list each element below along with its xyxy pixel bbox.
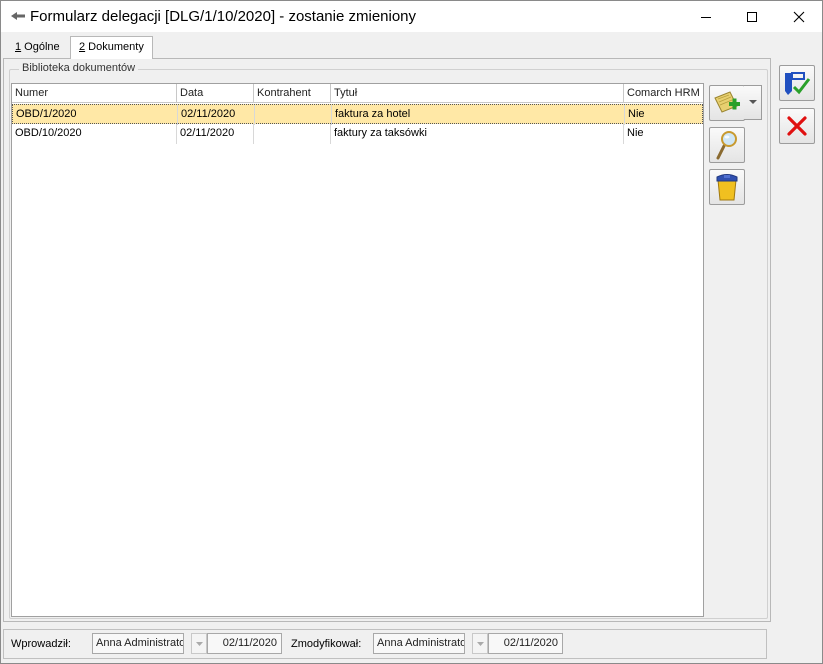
tab-ogolne[interactable]: 1 Ogólne — [7, 37, 68, 58]
minimize-button[interactable] — [683, 1, 729, 32]
cell-data: 02/11/2020 — [180, 127, 235, 139]
column-header-comarch-hrm[interactable]: Comarch HRM — [624, 84, 703, 103]
cancel-x-icon — [787, 116, 807, 136]
column-divider — [330, 124, 331, 144]
tab-dokumenty-label: Dokumenty — [85, 41, 144, 53]
cell-numer: OBD/1/2020 — [16, 108, 77, 120]
minimize-icon — [701, 16, 711, 18]
add-document-icon — [714, 91, 740, 113]
grid-header: Numer Data Kontrahent Tytuł Comarch HRM — [12, 84, 703, 103]
add-document-button[interactable] — [709, 85, 745, 121]
cell-comarch-hrm: Nie — [627, 127, 644, 139]
window-title: Formularz delegacji [DLG/1/10/2020] - zo… — [30, 8, 417, 25]
preview-button[interactable] — [709, 127, 745, 163]
entered-date-field: 02/11/2020 — [207, 633, 282, 654]
cell-kontrahent — [255, 105, 332, 125]
trash-bin-icon — [716, 174, 738, 201]
title-bar: Formularz delegacji [DLG/1/10/2020] - zo… — [1, 1, 822, 32]
column-divider — [331, 105, 332, 125]
modified-by-label: Zmodyfikował: — [291, 638, 362, 650]
column-header-data[interactable]: Data — [177, 84, 254, 103]
group-label: Biblioteka dokumentów — [19, 62, 139, 74]
tab-dokumenty[interactable]: 2 Dokumenty — [70, 36, 153, 59]
table-row[interactable]: OBD/10/2020 02/11/2020 faktury za taksów… — [12, 124, 703, 144]
cell-kontrahent — [254, 124, 331, 144]
entered-by-label: Wprowadził: — [11, 638, 71, 650]
entered-by-dropdown — [191, 633, 207, 654]
entered-by-field: Anna Administrator — [92, 633, 184, 654]
cell-comarch-hrm: Nie — [628, 108, 645, 120]
close-button[interactable] — [776, 1, 822, 32]
cancel-button[interactable] — [779, 108, 815, 144]
column-divider — [176, 124, 177, 144]
magnifier-icon — [716, 131, 737, 160]
save-button[interactable] — [779, 65, 815, 101]
column-divider — [254, 105, 255, 125]
modified-date-field: 02/11/2020 — [488, 633, 563, 654]
arrow-icon — [11, 12, 25, 20]
cell-tytul: faktury za taksówki — [334, 127, 427, 139]
column-divider — [253, 124, 254, 144]
save-icon — [785, 72, 811, 95]
window: Formularz delegacji [DLG/1/10/2020] - zo… — [0, 0, 823, 664]
table-row[interactable]: OBD/1/2020 02/11/2020 faktura za hotel N… — [12, 104, 703, 125]
maximize-button[interactable] — [729, 1, 775, 32]
documents-grid[interactable]: Numer Data Kontrahent Tytuł Comarch HRM … — [11, 83, 704, 617]
column-divider — [623, 124, 624, 144]
add-document-dropdown[interactable] — [744, 85, 762, 120]
maximize-icon — [747, 11, 757, 22]
cell-tytul: faktura za hotel — [335, 108, 411, 120]
chevron-down-icon — [195, 641, 203, 646]
column-divider — [624, 105, 625, 125]
modified-by-dropdown — [472, 633, 488, 654]
close-icon — [793, 11, 805, 22]
column-header-numer[interactable]: Numer — [12, 84, 177, 103]
cell-data: 02/11/2020 — [181, 108, 236, 120]
delete-button[interactable] — [709, 169, 745, 205]
column-divider — [177, 105, 178, 125]
cell-numer: OBD/10/2020 — [15, 127, 82, 139]
column-header-kontrahent[interactable]: Kontrahent — [254, 84, 331, 103]
chevron-down-icon — [476, 641, 484, 646]
column-header-tytul[interactable]: Tytuł — [331, 84, 624, 103]
tab-ogolne-label: Ogólne — [21, 41, 60, 53]
dropdown-arrow-icon — [748, 100, 757, 104]
modified-by-field: Anna Administrator — [373, 633, 465, 654]
